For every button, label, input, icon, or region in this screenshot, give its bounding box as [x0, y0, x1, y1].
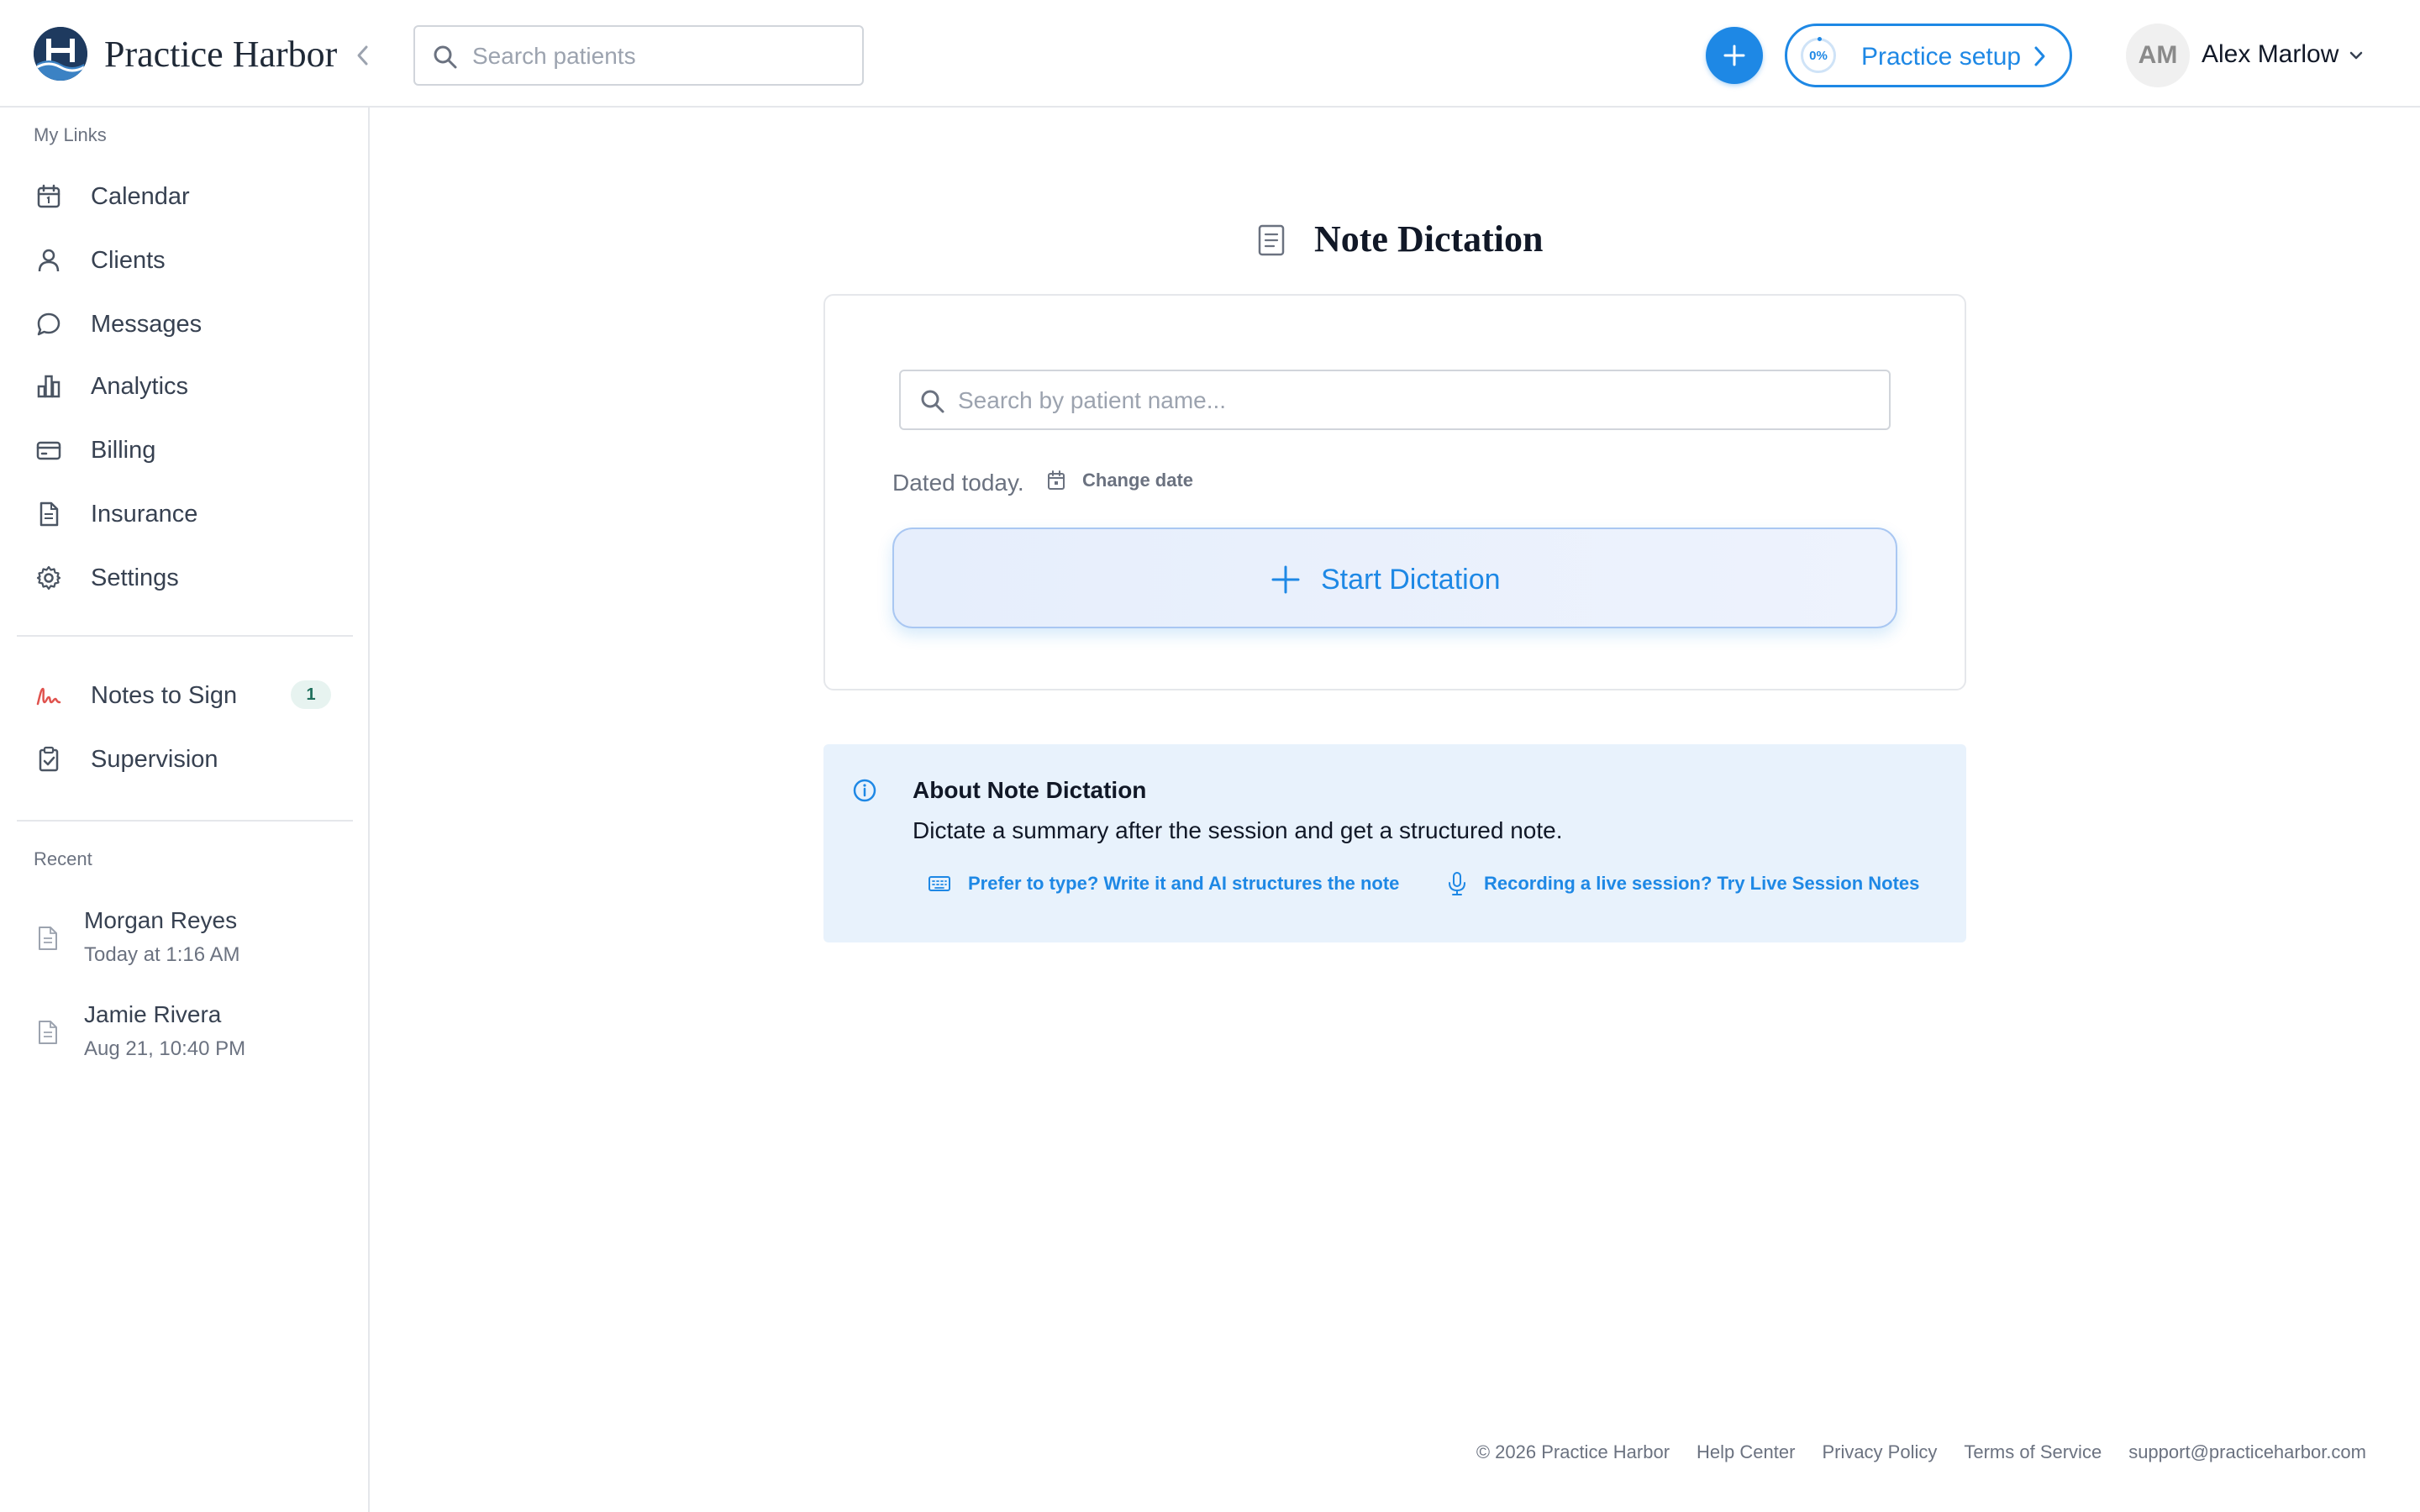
collapse-sidebar-button[interactable]: [350, 39, 376, 72]
plus-icon: [1723, 45, 1745, 66]
change-date-label: Change date: [1082, 470, 1194, 491]
footer: © 2026 Practice Harbor Help Center Priva…: [1476, 1441, 2366, 1463]
patient-name-search[interactable]: [899, 370, 1891, 430]
page-title: Note Dictation: [1314, 218, 1544, 260]
notes-count-badge: 1: [291, 680, 331, 709]
my-links-heading: My Links: [34, 124, 107, 145]
practice-harbor-logo[interactable]: [34, 27, 87, 81]
calendar-icon: [1048, 470, 1065, 490]
setup-progress-ring: 0%: [1801, 37, 1836, 73]
chevron-left-icon: [357, 45, 368, 66]
note-file-icon: [39, 927, 57, 950]
footer-support-email-link[interactable]: support@practiceharbor.com: [2128, 1441, 2366, 1463]
recent-item-name: Jamie Rivera: [84, 1001, 222, 1027]
footer-help-center-link[interactable]: Help Center: [1697, 1441, 1795, 1463]
practice-setup-label: Practice setup: [1861, 43, 2022, 71]
about-description: Dictate a summary after the session and …: [913, 817, 1563, 843]
about-title: About Note Dictation: [913, 777, 1147, 803]
sidebar-item-label: Insurance: [91, 501, 198, 528]
quick-add-button[interactable]: [1706, 27, 1763, 84]
chevron-right-icon: [2034, 46, 2045, 66]
credit-card-icon: [36, 441, 61, 460]
sidebar-item-label: Messages: [91, 311, 203, 338]
type-note-link[interactable]: Prefer to type? Write it and AI structur…: [928, 867, 1399, 900]
patient-search-input[interactable]: [958, 383, 1865, 418]
sidebar-item-notes-to-sign[interactable]: Notes to Sign 1: [17, 669, 353, 722]
keyboard-icon: [929, 876, 950, 891]
chevron-down-icon[interactable]: [2348, 47, 2365, 64]
calendar-icon: [37, 184, 60, 208]
sidebar-item-settings[interactable]: Settings: [17, 551, 353, 605]
plus-icon: [1271, 565, 1300, 594]
microphone-icon: [1449, 872, 1465, 895]
brand-name: Practice Harbor: [104, 34, 338, 75]
practice-setup-button[interactable]: 0% Practice setup: [1785, 24, 2072, 87]
sidebar-item-label: Calendar: [91, 183, 190, 210]
footer-copyright: © 2026 Practice Harbor: [1476, 1441, 1670, 1462]
sidebar-item-label: Supervision: [91, 746, 218, 773]
recent-item-time: Aug 21, 10:40 PM: [84, 1037, 246, 1060]
live-session-link[interactable]: Recording a live session? Try Live Sessi…: [1447, 867, 1919, 900]
user-name[interactable]: Alex Marlow: [2202, 40, 2338, 69]
recent-item-name: Morgan Reyes: [84, 907, 238, 933]
sidebar-item-analytics[interactable]: Analytics: [17, 360, 353, 413]
sidebar-item-label: Clients: [91, 247, 166, 274]
recent-item-jamie-rivera[interactable]: Jamie Rivera Aug 21, 10:40 PM: [17, 998, 353, 1075]
info-icon: [853, 779, 876, 802]
about-info-panel: About Note Dictation Dictate a summary a…: [823, 744, 1966, 942]
footer-terms-link[interactable]: Terms of Service: [1964, 1441, 2102, 1463]
sidebar-divider: [17, 635, 353, 637]
sidebar-item-billing[interactable]: Billing: [17, 423, 353, 477]
sidebar-item-label: Analytics: [91, 373, 189, 400]
dictation-card: Dated today. Change date Start Dictation: [823, 294, 1966, 690]
top-header: Practice Harbor 0% Practice setup AM Ale…: [0, 0, 2420, 108]
user-avatar[interactable]: AM: [2126, 24, 2190, 87]
recent-heading: Recent: [34, 848, 92, 869]
footer-privacy-policy-link[interactable]: Privacy Policy: [1822, 1441, 1937, 1463]
type-note-link-label: Prefer to type? Write it and AI structur…: [968, 873, 1400, 894]
sidebar-item-clients[interactable]: Clients: [17, 234, 353, 287]
search-icon: [434, 45, 457, 69]
note-file-icon: [39, 1021, 57, 1044]
gear-icon: [36, 565, 61, 591]
user-icon: [38, 249, 60, 272]
start-dictation-label: Start Dictation: [1321, 564, 1501, 596]
recent-item-morgan-reyes[interactable]: Morgan Reyes Today at 1:16 AM: [17, 904, 353, 981]
search-input[interactable]: [472, 39, 842, 74]
sidebar-item-label: Settings: [91, 564, 179, 591]
document-icon: [39, 501, 59, 527]
sidebar-item-insurance[interactable]: Insurance: [17, 487, 353, 541]
sidebar-item-calendar[interactable]: Calendar: [17, 170, 353, 223]
sidebar-item-messages[interactable]: Messages: [17, 297, 353, 351]
sidebar: My Links Calendar Clients Messages Analy…: [0, 108, 370, 1512]
signature-icon: [36, 687, 61, 706]
clipboard-check-icon: [39, 746, 59, 772]
recent-item-time: Today at 1:16 AM: [84, 943, 240, 966]
live-session-link-label: Recording a live session? Try Live Sessi…: [1484, 873, 1920, 894]
sidebar-item-label: Notes to Sign: [91, 682, 238, 709]
start-dictation-button[interactable]: Start Dictation: [892, 528, 1897, 628]
patient-search-bar[interactable]: [413, 25, 864, 86]
search-icon: [921, 390, 944, 413]
sidebar-item-supervision[interactable]: Supervision: [17, 732, 353, 786]
bar-chart-icon: [37, 375, 60, 398]
chat-bubble-icon: [37, 312, 60, 336]
sidebar-divider: [17, 820, 353, 822]
change-date-button[interactable]: Change date: [1047, 464, 1193, 497]
sidebar-item-label: Billing: [91, 437, 156, 464]
dated-text: Dated today.: [892, 470, 1024, 496]
document-icon: [1258, 224, 1285, 256]
